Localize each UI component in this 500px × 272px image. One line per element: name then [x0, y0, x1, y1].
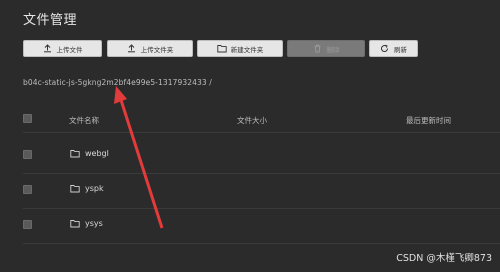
refresh-button[interactable]: 刷新	[369, 40, 418, 57]
file-name-label: yspk	[85, 184, 104, 193]
refresh-icon	[380, 44, 389, 53]
upload-folder-label: 上传文件夹	[140, 45, 174, 54]
file-name-label: webgl	[85, 149, 109, 158]
new-folder-label: 新建文件夹	[230, 45, 264, 54]
file-name[interactable]: yspk	[70, 184, 104, 193]
table-row[interactable]: ysys	[23, 208, 500, 244]
upload-icon	[43, 44, 52, 53]
select-all-checkbox[interactable]	[23, 114, 32, 123]
row-checkbox[interactable]	[23, 185, 32, 194]
watermark: CSDN @木槿飞卿873	[396, 253, 492, 264]
file-name-label: ysys	[85, 219, 103, 228]
delete-label: 删除	[326, 45, 340, 54]
file-name[interactable]: webgl	[70, 149, 109, 158]
folder-icon	[70, 184, 80, 193]
table-row[interactable]: yspk	[23, 173, 500, 209]
page-title: 文件管理	[23, 13, 78, 28]
column-header-modified[interactable]: 最后更新时间	[406, 115, 451, 126]
row-checkbox[interactable]	[23, 150, 32, 159]
new-folder-button[interactable]: 新建文件夹	[197, 40, 283, 57]
upload-icon	[127, 44, 136, 53]
column-header-name[interactable]: 文件名称	[69, 115, 99, 126]
file-name[interactable]: ysys	[70, 219, 103, 228]
trash-icon	[313, 44, 322, 53]
upload-file-label: 上传文件	[56, 45, 83, 54]
table-row[interactable]: webgl	[23, 138, 500, 174]
upload-file-button[interactable]: 上传文件	[23, 40, 102, 57]
column-header-size[interactable]: 文件大小	[237, 115, 267, 126]
table-header: 文件名称 文件大小 最后更新时间	[23, 108, 500, 133]
folder-icon	[70, 149, 80, 158]
row-checkbox[interactable]	[23, 220, 32, 229]
delete-button[interactable]: 删除	[287, 40, 365, 57]
breadcrumb[interactable]: b04c-static-js-5gkng2m2bf4e99e5-13179324…	[23, 78, 212, 87]
folder-icon	[217, 44, 227, 53]
file-manager-page: 文件管理 上传文件 上传文件夹 新建文件夹 删除 刷新 b04c-static-…	[0, 0, 500, 272]
upload-folder-button[interactable]: 上传文件夹	[107, 40, 193, 57]
refresh-label: 刷新	[394, 45, 407, 54]
folder-icon	[70, 219, 80, 228]
